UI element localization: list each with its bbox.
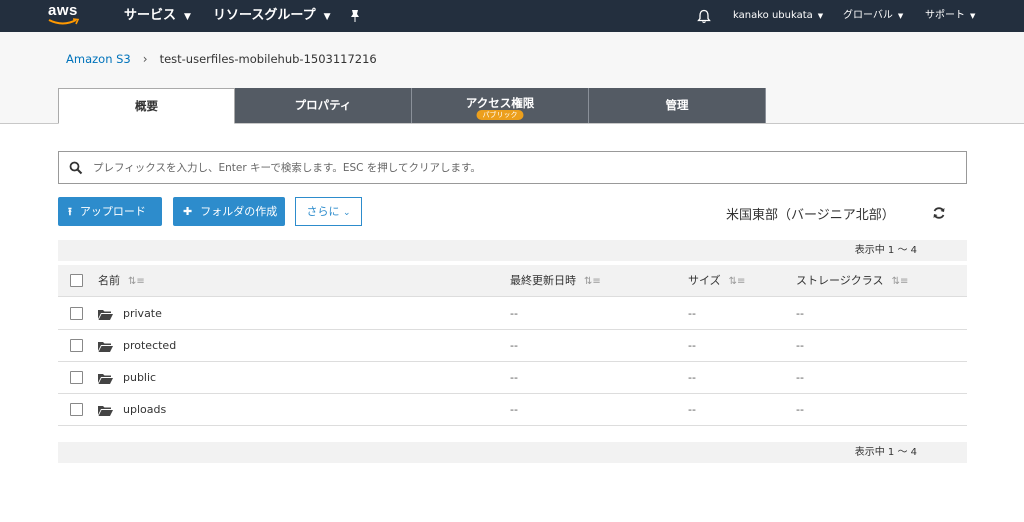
size-cell: --	[688, 371, 696, 384]
tab-properties-label: プロパティ	[294, 98, 352, 112]
modified-cell: --	[510, 403, 518, 416]
chevron-down-icon: ▼	[323, 12, 331, 22]
sort-icon: ⇅≡	[728, 276, 746, 287]
search-input[interactable]	[91, 156, 951, 179]
upload-icon: ⭱	[68, 205, 72, 218]
refresh-icon	[933, 207, 945, 219]
tab-permissions-label: アクセス権限	[465, 96, 535, 110]
support-menu[interactable]: サポート ▼	[925, 0, 975, 32]
top-nav: aws サービス ▼ リソースグループ ▼ kanako ubukata ▼ グローバ…	[0, 0, 1024, 32]
bucket-region: 米国東部（バージニア北部）	[726, 208, 895, 223]
column-header-size[interactable]: サイズ ⇅≡	[688, 265, 745, 298]
column-header-storage-class[interactable]: ストレージクラス ⇅≡	[796, 265, 908, 298]
user-name: kanako ubukata	[733, 10, 813, 21]
services-menu-label: サービス	[124, 8, 177, 23]
pager-bottom-text: 表示中 1 ～ 4	[854, 447, 917, 458]
chevron-down-icon: ▼	[897, 12, 904, 20]
row-checkbox[interactable]	[70, 339, 83, 352]
storage-class-cell: --	[796, 339, 804, 352]
folder-name-link[interactable]: uploads	[123, 394, 166, 426]
user-menu[interactable]: kanako ubukata ▼	[733, 0, 823, 32]
column-header-storage-class-label: ストレージクラス	[796, 274, 884, 287]
public-badge: パブリック	[476, 110, 524, 120]
table-row: public -- -- --	[58, 362, 967, 394]
row-checkbox[interactable]	[70, 371, 83, 384]
bell-icon	[697, 9, 711, 24]
size-cell: --	[688, 339, 696, 352]
chevron-down-icon: ▼	[817, 12, 824, 20]
breadcrumb-s3-link[interactable]: Amazon S3	[66, 52, 131, 66]
column-header-modified-label: 最終更新日時	[510, 274, 576, 287]
table-row: uploads -- -- --	[58, 394, 967, 426]
folder-icon	[98, 406, 113, 416]
sort-icon: ⇅≡	[128, 276, 145, 287]
column-header-name[interactable]: 名前 ⇅≡	[98, 265, 145, 298]
pager-top-text: 表示中 1 ～ 4	[854, 245, 917, 256]
column-header-size-label: サイズ	[688, 274, 721, 287]
table-row: private -- -- --	[58, 298, 967, 330]
folder-name-link[interactable]: public	[123, 362, 156, 394]
modified-cell: --	[510, 307, 518, 320]
aws-logo-text: aws	[48, 2, 78, 19]
tab-management[interactable]: 管理	[589, 88, 766, 123]
services-menu[interactable]: サービス ▼	[124, 0, 191, 32]
tab-overview-label: 概要	[135, 99, 158, 113]
folder-name-link[interactable]: protected	[123, 330, 176, 362]
size-cell: --	[688, 307, 696, 320]
storage-class-cell: --	[796, 403, 804, 416]
support-menu-label: サポート	[925, 10, 965, 21]
sort-icon: ⇅≡	[891, 276, 909, 287]
table-row: protected -- -- --	[58, 330, 967, 362]
resource-groups-menu[interactable]: リソースグループ ▼	[213, 0, 331, 32]
aws-logo[interactable]: aws	[48, 2, 82, 28]
storage-class-cell: --	[796, 307, 804, 320]
resource-groups-menu-label: リソースグループ	[213, 8, 316, 23]
size-cell: --	[688, 403, 696, 416]
storage-class-cell: --	[796, 371, 804, 384]
folder-icon	[98, 310, 113, 320]
create-folder-button[interactable]: ✚ フォルダの作成	[173, 197, 285, 226]
modified-cell: --	[510, 339, 518, 352]
chevron-down-icon: ▼	[184, 12, 191, 22]
plus-icon: ✚	[183, 205, 193, 218]
folder-icon	[98, 342, 113, 352]
more-actions-button[interactable]: さらに ⌄	[295, 197, 362, 226]
tab-properties[interactable]: プロパティ	[235, 88, 412, 123]
chevron-down-icon: ▼	[970, 12, 976, 20]
region-menu-label: グローバル	[843, 10, 893, 21]
breadcrumb: Amazon S3 › test-userfiles-mobilehub-15031…	[66, 52, 377, 66]
pager-bottom: 表示中 1 ～ 4	[58, 442, 967, 463]
breadcrumb-current-bucket: test-userfiles-mobilehub-1503117216	[159, 52, 377, 66]
refresh-button[interactable]	[932, 205, 946, 224]
chevron-right-icon: ›	[142, 52, 148, 66]
folder-icon	[98, 374, 113, 384]
region-menu[interactable]: グローバル ▼	[843, 0, 903, 32]
chevron-down-icon: ⌄	[342, 208, 351, 218]
more-actions-label: さらに	[306, 205, 340, 218]
column-header-modified[interactable]: 最終更新日時 ⇅≡	[510, 265, 601, 298]
search-box	[58, 151, 967, 184]
aws-smile-icon	[48, 18, 80, 25]
column-header-name-label: 名前	[98, 274, 120, 287]
search-icon	[69, 161, 83, 175]
upload-button-label: アップロード	[79, 205, 146, 218]
folder-name-link[interactable]: private	[123, 298, 162, 330]
select-all-checkbox[interactable]	[70, 274, 83, 287]
sort-icon: ⇅≡	[584, 276, 601, 287]
create-folder-button-label: フォルダの作成	[200, 205, 278, 218]
pin-icon	[351, 10, 359, 22]
modified-cell: --	[510, 371, 518, 384]
tab-management-label: 管理	[665, 98, 689, 112]
row-checkbox[interactable]	[70, 307, 83, 320]
table-header: 名前 ⇅≡ 最終更新日時 ⇅≡ サイズ ⇅≡ ストレージクラス ⇅≡	[58, 265, 967, 297]
pager-top: 表示中 1 ～ 4	[58, 240, 967, 261]
row-checkbox[interactable]	[70, 403, 83, 416]
upload-button[interactable]: ⭱ アップロード	[58, 197, 162, 226]
tab-permissions[interactable]: アクセス権限 パブリック	[412, 88, 589, 123]
notifications-button[interactable]	[697, 0, 711, 32]
tab-overview[interactable]: 概要	[58, 88, 235, 124]
pin-button[interactable]	[349, 0, 361, 32]
